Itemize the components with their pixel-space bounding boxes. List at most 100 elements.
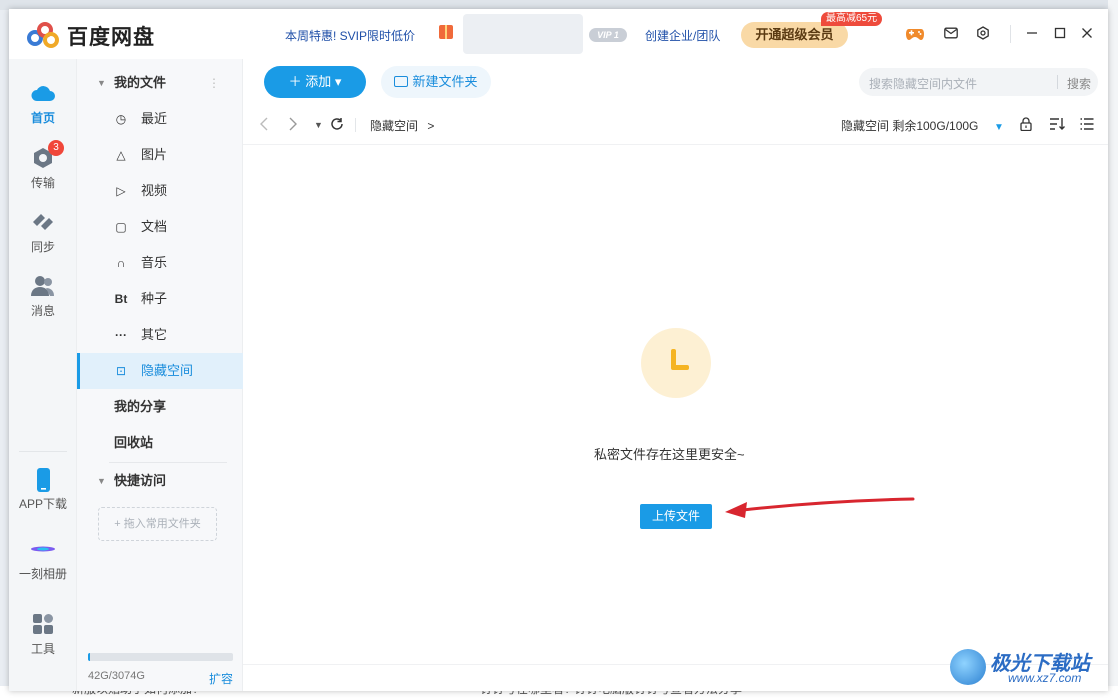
app-name: 百度网盘 [67, 26, 155, 49]
breadcrumb-separator: > [427, 119, 435, 133]
phone-icon [30, 467, 56, 492]
hidden-space-quota: 隐藏空间 剩余100G/100G [841, 119, 979, 133]
history-dropdown-icon[interactable]: ▼ [314, 117, 323, 133]
titlebar: 百度网盘 本周特惠! SVIP限时低价 VIP 1 创建企业/团队 开通超级会员… [9, 9, 1108, 59]
sidebar-label-app-download: APP下载 [18, 497, 67, 511]
nav-item-documents[interactable]: ▢ 文档 [77, 209, 243, 245]
more-icon: ··· [115, 328, 127, 342]
site-watermark: 极光下载站 www.xz7.com [950, 645, 1110, 687]
caret-down-icon: ▼ [97, 476, 106, 486]
nav-item-recycle-bin[interactable]: 回收站 [77, 425, 243, 461]
gift-icon[interactable] [439, 25, 453, 39]
search-divider [1057, 75, 1058, 89]
lock-hidden-space-icon[interactable] [1020, 117, 1032, 134]
nav-label-videos: 视频 [141, 183, 168, 198]
nav-label-images: 图片 [141, 147, 168, 162]
file-nav-panel: ▼ 我的文件 ⋮ ◷ 最近 △ 图片 ▷ 视频 ▢ 文档 ∩ 音乐 Bt 种子 [77, 59, 243, 691]
nav-label-recent: 最近 [141, 111, 168, 126]
watermark-logo-icon [950, 649, 986, 685]
album-icon [30, 537, 56, 561]
sidebar-divider [19, 451, 67, 452]
game-controller-icon[interactable] [905, 26, 924, 42]
nav-quick-access-header[interactable]: ▼ 快捷访问 [77, 463, 243, 499]
bt-icon: Bt [114, 292, 128, 306]
sidebar-item-messages[interactable]: 消息 [9, 274, 77, 319]
nav-item-torrents[interactable]: Bt 种子 [77, 281, 243, 317]
sidebar-label-sync: 同步 [30, 240, 55, 254]
baidu-netdisk-logo-icon [27, 22, 63, 50]
maximize-icon[interactable] [1051, 26, 1069, 42]
nav-item-recent[interactable]: ◷ 最近 [77, 101, 243, 137]
people-icon [30, 274, 56, 298]
document-icon: ▢ [115, 220, 127, 234]
add-button[interactable]: ＋ 添加 ▾ [264, 66, 366, 98]
sidebar-label-tools: 工具 [30, 642, 55, 656]
refresh-icon[interactable] [330, 117, 344, 134]
search-button[interactable]: 搜索 [1067, 75, 1091, 92]
sidebar-item-tools[interactable]: 工具 [9, 612, 77, 657]
vip-level-badge: VIP 1 [589, 28, 627, 42]
sync-icon [30, 210, 56, 234]
expand-storage-link[interactable]: 扩容 [209, 670, 233, 687]
app-logo: 百度网盘 [27, 21, 155, 51]
sidebar-item-sync[interactable]: 同步 [9, 210, 77, 255]
caret-down-icon: ▼ [97, 78, 106, 88]
upload-file-button[interactable]: 上传文件 [640, 504, 712, 529]
sidebar-label-messages: 消息 [30, 304, 55, 318]
list-view-icon[interactable] [1080, 117, 1094, 134]
breadcrumb-hidden-space[interactable]: 隐藏空间 [370, 119, 418, 133]
more-vertical-icon[interactable]: ⋮ [208, 65, 220, 101]
svip-promo-link[interactable]: 本周特惠! SVIP限时低价 [285, 27, 415, 44]
transfer-icon: 3 [30, 140, 64, 170]
nav-item-videos[interactable]: ▷ 视频 [77, 173, 243, 209]
empty-state-message: 私密文件存在这里更安全~ [594, 447, 745, 462]
nav-item-hidden-space[interactable]: ⊡ 隐藏空间 [77, 353, 243, 389]
sidebar-label-home: 首页 [30, 111, 55, 125]
new-folder-button[interactable]: 新建文件夹 [381, 66, 491, 98]
tools-icon [30, 612, 56, 636]
quota-dropdown-icon[interactable]: ▼ [994, 120, 1004, 136]
new-folder-label: 新建文件夹 [412, 74, 478, 89]
baidu-netdisk-window: 百度网盘 本周特惠! SVIP限时低价 VIP 1 创建企业/团队 开通超级会员… [9, 9, 1108, 691]
sidebar-item-home[interactable]: 首页 [9, 81, 77, 126]
headphones-icon: ∩ [116, 256, 126, 270]
nav-label-documents: 文档 [141, 219, 168, 234]
search-input[interactable]: 搜索隐藏空间内文件 [869, 75, 977, 92]
forward-arrow-icon[interactable] [288, 117, 298, 134]
nav-label-others: 其它 [141, 327, 168, 342]
back-arrow-icon[interactable] [259, 117, 269, 134]
search-box[interactable]: 搜索隐藏空间内文件 搜索 [859, 68, 1098, 96]
sidebar-item-transfer[interactable]: 3 传输 [9, 140, 77, 191]
cloud-icon [30, 81, 56, 105]
nav-label-my-share: 我的分享 [114, 399, 167, 414]
new-folder-icon [394, 76, 409, 87]
storage-quota-fill [88, 653, 91, 661]
storage-quota-bar [88, 653, 233, 661]
user-info-area[interactable] [463, 14, 583, 54]
path-toolbar: ▼ 隐藏空间 > 隐藏空间 剩余100G/100G ▼ [243, 105, 1108, 145]
create-team-link[interactable]: 创建企业/团队 [645, 27, 720, 44]
storage-quota-text: 42G/3074G [88, 670, 145, 682]
close-icon[interactable] [1078, 26, 1096, 42]
quick-access-drop-zone[interactable]: + 拖入常用文件夹 [98, 507, 217, 541]
nav-item-my-share[interactable]: 我的分享 [77, 389, 243, 425]
nav-item-images[interactable]: △ 图片 [77, 137, 243, 173]
nav-label-music: 音乐 [141, 255, 168, 270]
sidebar-item-app-download[interactable]: APP下载 [9, 467, 77, 512]
settings-icon[interactable] [974, 26, 992, 42]
nav-label-recycle-bin: 回收站 [114, 435, 154, 450]
sidebar-label-album: 一刻相册 [18, 567, 67, 581]
nav-item-others[interactable]: ··· 其它 [77, 317, 243, 353]
nav-my-files-header[interactable]: ▼ 我的文件 ⋮ [77, 65, 243, 101]
toolbar-divider [355, 118, 356, 132]
nav-item-music[interactable]: ∩ 音乐 [77, 245, 243, 281]
clock-icon: ◷ [115, 112, 127, 126]
transfer-count-badge: 3 [48, 140, 64, 156]
nav-label-hidden-space: 隐藏空间 [141, 363, 194, 378]
sidebar-item-album[interactable]: 一刻相册 [9, 537, 77, 582]
play-icon: ▷ [116, 184, 126, 198]
minimize-icon[interactable] [1023, 26, 1041, 42]
mail-icon[interactable] [942, 26, 960, 42]
sort-icon[interactable] [1049, 117, 1065, 134]
titlebar-divider [1010, 25, 1011, 43]
